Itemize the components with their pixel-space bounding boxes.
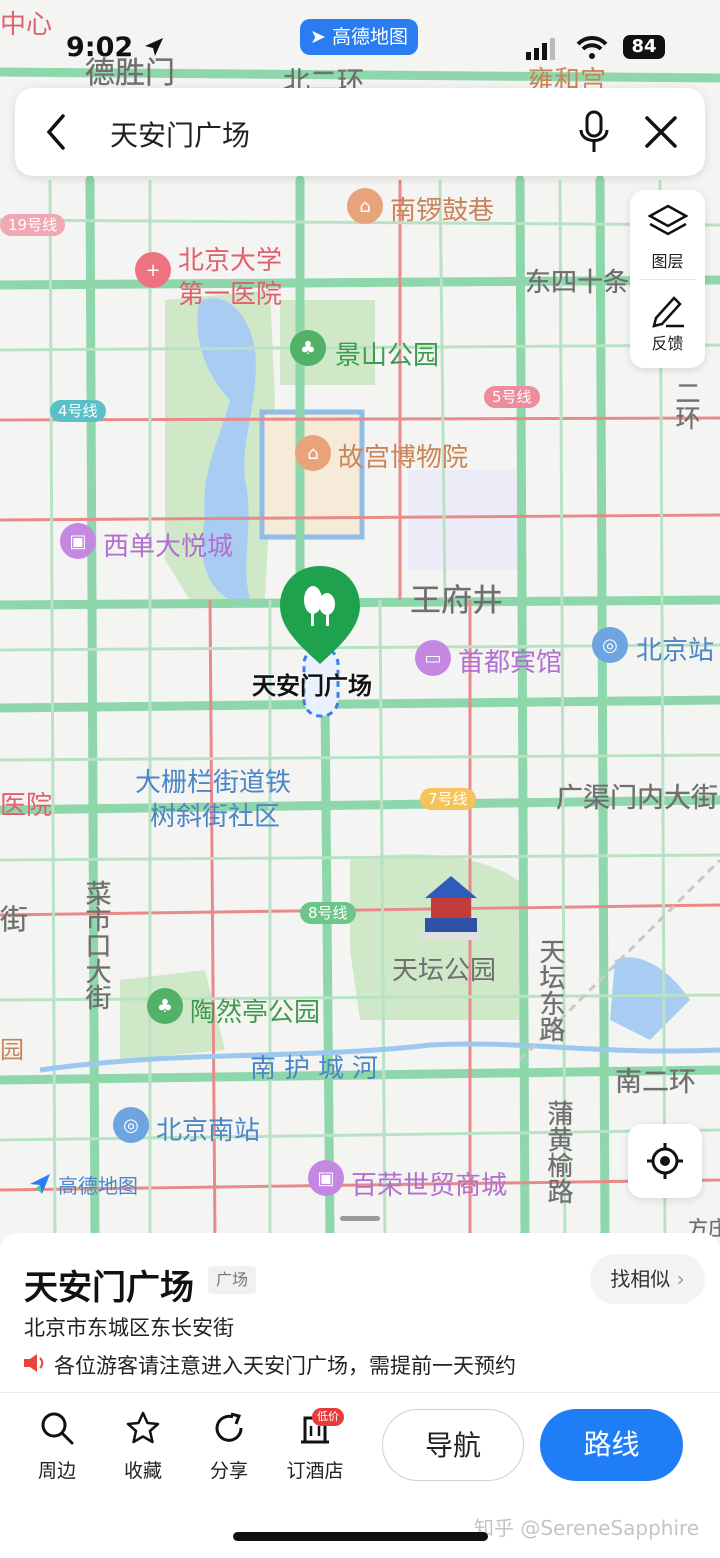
star-icon	[126, 1411, 160, 1444]
map-view[interactable]: 德胜门 北二环 雍和宫 中心 ⌂ 南锣鼓巷 + 北京大学 第一医院 东四十条 ♣…	[0, 0, 720, 1240]
amap-logo-icon	[28, 1172, 52, 1196]
share-button[interactable]: 分享	[194, 1410, 264, 1483]
wifi-icon	[576, 36, 608, 59]
poi-nanluoguxiang[interactable]: 南锣鼓巷	[390, 190, 494, 227]
crosshair-icon	[647, 1143, 683, 1179]
microphone-icon[interactable]	[577, 110, 611, 154]
map-label-caishikou: 菜市口大街	[81, 880, 111, 1010]
place-title: 天安门广场	[24, 1268, 194, 1308]
poi-pku-hospital-line1[interactable]: 北京大学	[178, 240, 282, 277]
search-input[interactable]: 天安门广场	[110, 114, 250, 154]
layers-button[interactable]: 图层	[630, 190, 705, 279]
map-label-guangqumen: 广渠门内大街	[556, 783, 718, 814]
map-label-tiantan-east-road: 天坛东路	[535, 938, 565, 1042]
chevron-right-icon: ›	[676, 1267, 685, 1291]
route-button[interactable]: 路线	[540, 1409, 683, 1481]
place-notice: 各位游客请注意进入天安门广场，需提前一天预约	[54, 1354, 516, 1378]
selected-poi-label[interactable]: 天安门广场	[252, 666, 372, 701]
train-station-icon: ◎	[113, 1107, 149, 1143]
hospital-icon: +	[135, 252, 171, 288]
metro-line-7-badge: 7号线	[420, 788, 476, 810]
feedback-label: 反馈	[651, 334, 684, 353]
map-label-south-2nd-ring: 南二环	[615, 1067, 696, 1098]
park-icon: ♣	[290, 330, 326, 366]
sheet-grabber[interactable]	[340, 1216, 380, 1221]
poi-temple-of-heaven[interactable]: 天坛公园	[392, 950, 496, 987]
search-icon	[41, 1412, 74, 1445]
status-bar: 9:02 ➤ 高德地图 84	[0, 0, 720, 80]
share-label: 分享	[209, 1460, 248, 1482]
poi-bairong-mall[interactable]: 百荣世贸商城	[351, 1165, 507, 1202]
back-arrow-icon[interactable]	[43, 112, 69, 152]
share-icon	[215, 1412, 243, 1442]
battery-indicator: 84	[623, 35, 665, 59]
train-station-icon: ◎	[592, 627, 628, 663]
status-time: 9:02	[66, 32, 134, 63]
find-similar-button[interactable]: 找相似 ›	[590, 1254, 705, 1304]
metro-line-5-badge: 5号线	[484, 386, 540, 408]
nearby-label: 周边	[37, 1460, 76, 1482]
map-label-east-2nd-ring: 二环	[672, 380, 701, 430]
favorite-label: 收藏	[123, 1460, 162, 1482]
amap-logo-text: 高德地图	[58, 1174, 138, 1198]
edit-pen-icon	[652, 296, 684, 328]
watermark: 知乎 @SereneSapphire	[474, 1516, 700, 1540]
map-label-puhuangyu-road: 蒲黄榆路	[543, 1100, 573, 1204]
map-label-dashilan-line1: 大栅栏街道铁	[135, 768, 292, 798]
locate-me-button[interactable]	[628, 1124, 702, 1198]
map-label-wangfujing: 王府井	[410, 583, 503, 619]
favorite-button[interactable]: 收藏	[108, 1410, 178, 1483]
close-icon[interactable]	[643, 114, 679, 150]
find-similar-label: 找相似	[610, 1267, 671, 1291]
map-label-partial-park: 园	[0, 1036, 24, 1064]
return-app-label: 高德地图	[331, 26, 408, 48]
shopping-icon: ▣	[308, 1160, 344, 1196]
place-address: 北京市东城区东长安街	[24, 1316, 234, 1340]
poi-palace-museum[interactable]: 故宫博物院	[338, 437, 468, 474]
hotel-pin-icon: ▭	[415, 640, 451, 676]
map-label-partial-hospital: 医院	[0, 791, 53, 821]
route-label: 路线	[583, 1428, 640, 1461]
navigate-label: 导航	[424, 1429, 481, 1462]
book-hotel-label: 订酒店	[286, 1460, 344, 1482]
speaker-icon	[24, 1354, 44, 1372]
poi-capital-hotel[interactable]: 首都宾馆	[458, 642, 562, 679]
low-price-badge: 低价	[312, 1408, 344, 1426]
poi-pin-icon: ⌂	[347, 188, 383, 224]
poi-beijing-south-station[interactable]: 北京南站	[156, 1110, 260, 1147]
poi-jingshan-park[interactable]: 景山公园	[335, 335, 439, 372]
poi-xidan-joycity[interactable]: 西单大悦城	[103, 526, 233, 563]
metro-line-4-badge: 4号线	[50, 400, 106, 422]
poi-pku-hospital-line2[interactable]: 第一医院	[178, 274, 282, 311]
shopping-icon: ▣	[60, 523, 96, 559]
navigate-button[interactable]: 导航	[382, 1409, 524, 1481]
poi-taoranting-park[interactable]: 陶然亭公园	[190, 992, 320, 1029]
map-tools-panel: 图层 反馈	[630, 190, 705, 368]
search-bar[interactable]: 天安门广场	[15, 88, 705, 176]
feedback-button[interactable]: 反馈	[630, 280, 705, 368]
battery-level: 84	[631, 36, 657, 57]
map-label-partial-street: 街	[0, 903, 29, 936]
place-category-tag: 广场	[208, 1266, 257, 1294]
signal-icon	[526, 38, 555, 60]
map-label-south-moat: 南护城河	[250, 1054, 387, 1084]
return-app-icon: ➤	[310, 26, 326, 48]
metro-line-8-badge: 8号线	[300, 902, 356, 924]
map-label-dashilan-line2: 树斜街社区	[150, 802, 281, 832]
park-icon: ♣	[147, 988, 183, 1024]
home-indicator[interactable]	[233, 1532, 488, 1541]
return-app-badge[interactable]: ➤ 高德地图	[300, 19, 418, 55]
sheet-divider	[0, 1392, 720, 1393]
museum-icon: ⌂	[295, 435, 331, 471]
map-label-dongsishitiao: 东四十条	[525, 268, 630, 298]
nearby-button[interactable]: 周边	[22, 1410, 92, 1483]
location-arrow-icon	[145, 38, 163, 56]
metro-line-19-badge: 19号线	[0, 214, 66, 236]
poi-beijing-station[interactable]: 北京站	[636, 630, 714, 667]
layers-label: 图层	[651, 252, 684, 271]
layers-icon	[648, 204, 688, 236]
